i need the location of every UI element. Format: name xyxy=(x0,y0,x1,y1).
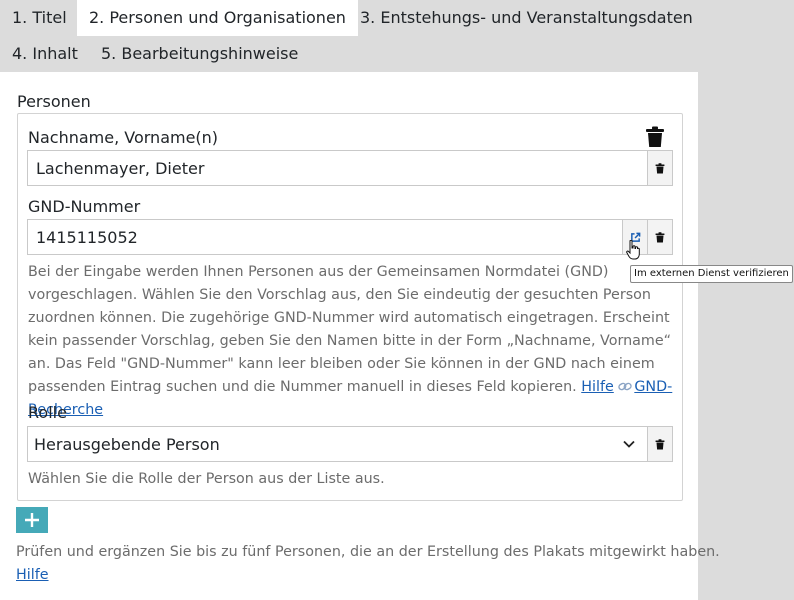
gnd-help-body: Bei der Eingabe werden Ihnen Personen au… xyxy=(28,264,672,395)
role-label: Rolle xyxy=(28,403,67,422)
gnd-input-group: 1415115052 xyxy=(27,219,673,255)
trash-icon xyxy=(655,162,665,173)
tab-bearbeitungshinweise[interactable]: 5. Bearbeitungshinweise xyxy=(89,36,310,72)
gnd-label: GND-Nummer xyxy=(28,197,141,216)
add-person-button[interactable] xyxy=(16,507,48,533)
chevron-down-icon xyxy=(623,440,635,448)
persons-help-text: Prüfen und ergänzen Sie bis zu fünf Pers… xyxy=(16,544,720,560)
tab-entstehungs-und-veranstaltungsdaten[interactable]: 3. Entstehungs- und Veranstaltungsdaten xyxy=(348,0,705,36)
pointer-cursor-icon xyxy=(626,240,640,260)
role-select[interactable]: Herausgebende Person xyxy=(27,426,648,462)
delete-person-button[interactable] xyxy=(645,126,665,148)
tab-personen-und-organisationen[interactable]: 2. Personen und Organisationen xyxy=(77,0,358,36)
trash-icon xyxy=(646,126,664,147)
chain-link-icon xyxy=(618,382,633,391)
name-label: Nachname, Vorname(n) xyxy=(28,128,219,147)
tab-bar: 1. Titel 2. Personen und Organisationen … xyxy=(0,0,794,72)
verify-tooltip: Im externen Dienst verifizieren xyxy=(630,265,793,283)
role-help-text: Wählen Sie die Rolle der Person aus der … xyxy=(28,471,385,487)
gnd-help-text: Bei der Eingabe werden Ihnen Personen au… xyxy=(28,261,678,422)
tab-inhalt[interactable]: 4. Inhalt xyxy=(0,36,90,72)
persons-help-link[interactable]: Hilfe xyxy=(16,564,49,587)
section-title-personen: Personen xyxy=(17,92,91,111)
clear-role-button[interactable] xyxy=(648,426,673,462)
gnd-help-link[interactable]: Hilfe xyxy=(581,379,614,395)
gnd-input[interactable]: 1415115052 xyxy=(27,219,623,255)
plus-icon xyxy=(25,513,39,527)
name-input-group: Lachenmayer, Dieter xyxy=(27,150,673,186)
tab-titel[interactable]: 1. Titel xyxy=(0,0,79,36)
clear-name-button[interactable] xyxy=(648,150,673,186)
clear-gnd-button[interactable] xyxy=(648,219,673,255)
trash-icon xyxy=(655,231,665,242)
trash-icon xyxy=(655,438,665,449)
name-input[interactable]: Lachenmayer, Dieter xyxy=(27,150,648,186)
role-select-value: Herausgebende Person xyxy=(34,434,220,454)
role-input-group: Herausgebende Person xyxy=(27,426,673,462)
